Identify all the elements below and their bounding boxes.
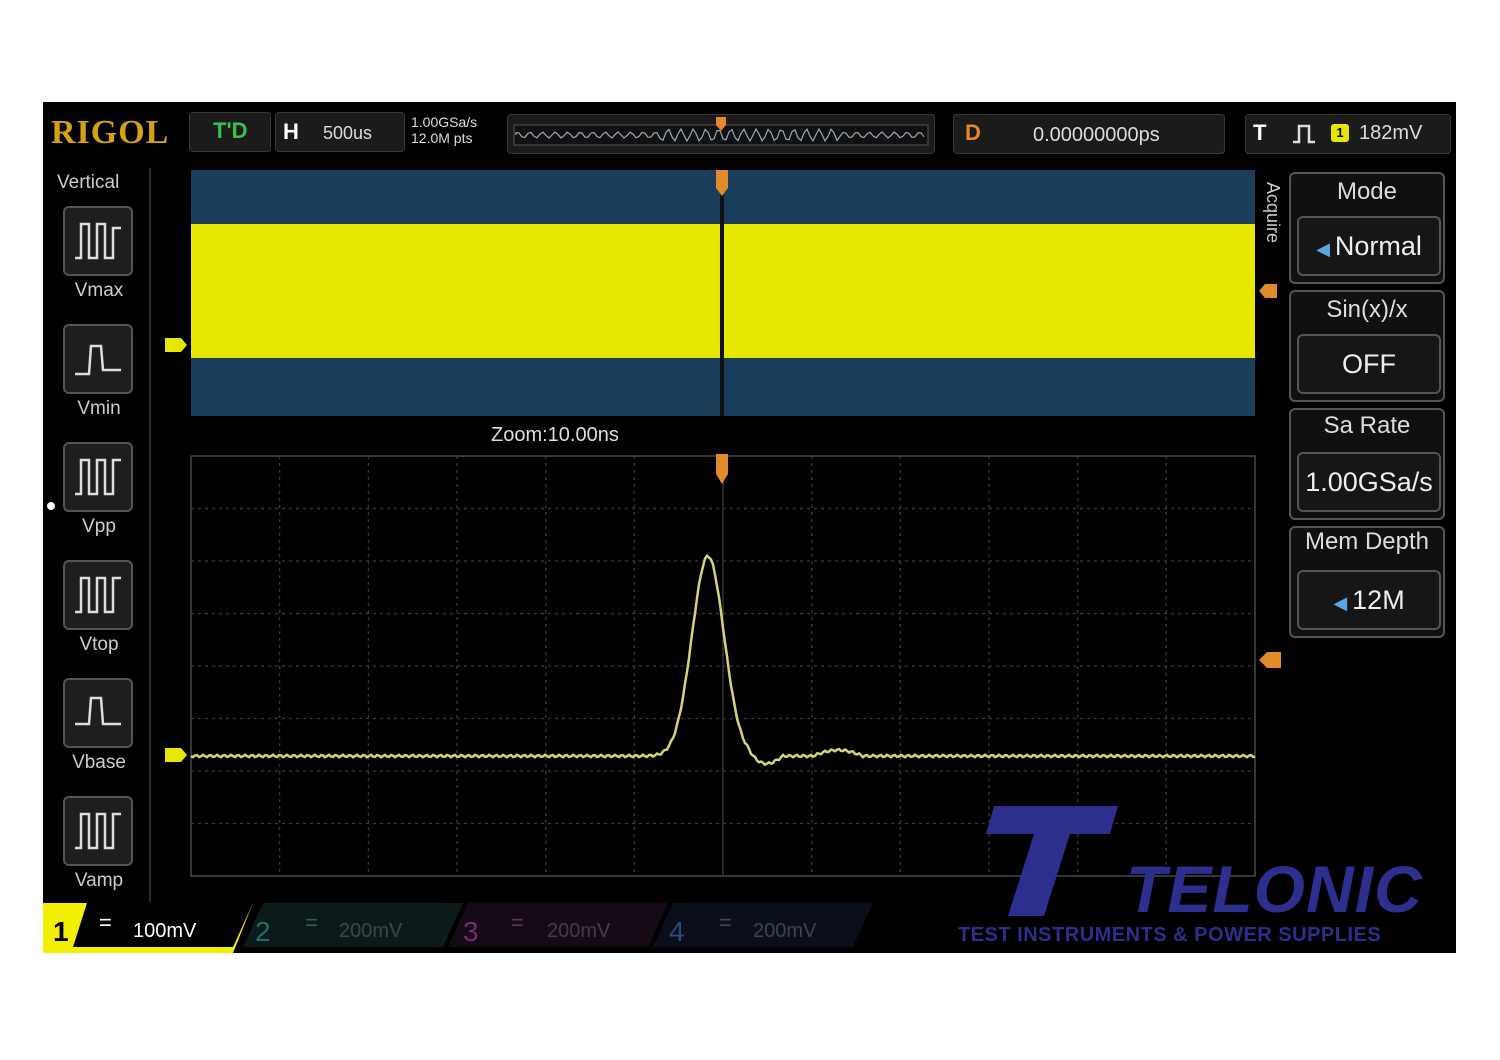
acquire-menu-title: Acquire bbox=[1263, 182, 1283, 244]
telonic-tagline: TEST INSTRUMENTS & POWER SUPPLIES bbox=[958, 924, 1382, 946]
ch4-coupling: = bbox=[719, 910, 732, 935]
vmin-label: Vmin bbox=[77, 398, 121, 419]
mem-depth-title: Mem Depth bbox=[1304, 528, 1430, 555]
sa-rate-title: Sa Rate bbox=[1323, 412, 1411, 439]
mode-title: Mode bbox=[1336, 178, 1398, 205]
vbase-label: Vbase bbox=[72, 752, 126, 773]
ch2-coupling: = bbox=[305, 910, 318, 935]
vmax-icon bbox=[75, 222, 121, 260]
vertical-menu-title: Vertical bbox=[57, 172, 120, 193]
sinx-value[interactable]: OFF bbox=[1297, 334, 1441, 394]
vtop-button[interactable] bbox=[63, 560, 133, 630]
ch1-coupling: = bbox=[99, 910, 112, 935]
trigger-label: T bbox=[1253, 120, 1267, 145]
main-waveform-window bbox=[165, 170, 1255, 416]
ch1-offset-marker-icon bbox=[165, 338, 187, 352]
memory-points: 12.0M pts bbox=[411, 130, 473, 146]
rigol-logo: RIGOL bbox=[51, 114, 170, 151]
right-trigger-level-marker bbox=[1259, 284, 1277, 298]
vamp-icon bbox=[75, 812, 121, 850]
delay-value: 0.00000000ps bbox=[1033, 124, 1160, 146]
trigger-level: 182mV bbox=[1359, 122, 1423, 144]
telonic-name: TELONIC bbox=[1126, 852, 1423, 926]
mode-value-button[interactable]: ◀ Normal bbox=[1297, 216, 1441, 276]
vmax-button[interactable] bbox=[63, 206, 133, 276]
sa-rate-value[interactable]: 1.00GSa/s bbox=[1297, 452, 1441, 512]
ch4-scale[interactable]: 200mV bbox=[753, 920, 816, 943]
vpp-label: Vpp bbox=[82, 516, 116, 537]
zoom-ch1-offset-marker-icon bbox=[165, 748, 187, 762]
trigger-source-badge: 1 bbox=[1331, 124, 1349, 142]
vmin-icon bbox=[75, 344, 121, 376]
sample-info: 1.00GSa/s 12.0M pts bbox=[411, 114, 477, 146]
vbase-icon bbox=[75, 696, 121, 726]
page-indicator-dot bbox=[47, 502, 55, 510]
ch1-number[interactable]: 1 bbox=[53, 916, 69, 948]
oscilloscope-screen: RIGOL T'D H 500us 1.00GSa/s 12.0M pts D … bbox=[43, 102, 1456, 953]
run-status: T'D bbox=[213, 118, 248, 143]
memory-overview-strip[interactable] bbox=[507, 114, 935, 154]
vmin-button[interactable] bbox=[63, 324, 133, 394]
ch2-number[interactable]: 2 bbox=[255, 916, 271, 948]
ch2-scale[interactable]: 200mV bbox=[339, 920, 402, 943]
delay-label: D bbox=[965, 120, 981, 145]
ch3-number[interactable]: 3 bbox=[463, 916, 479, 948]
zoom-trigger-marker-icon bbox=[716, 454, 728, 484]
vbase-button[interactable] bbox=[63, 678, 133, 748]
mem-depth-value-button[interactable]: ◀ 12M bbox=[1297, 570, 1441, 630]
ch3-coupling: = bbox=[511, 910, 524, 935]
ch3-scale[interactable]: 200mV bbox=[547, 920, 610, 943]
vtop-icon bbox=[75, 576, 121, 614]
vpp-button[interactable] bbox=[63, 442, 133, 512]
horizontal-label: H bbox=[283, 119, 299, 144]
vtop-label: Vtop bbox=[79, 634, 119, 655]
vmax-label: Vmax bbox=[74, 280, 124, 301]
ch4-number[interactable]: 4 bbox=[669, 916, 685, 948]
horizontal-timebase: 500us bbox=[323, 123, 373, 143]
vamp-button[interactable] bbox=[63, 796, 133, 866]
zoom-trigger-level-marker bbox=[1259, 652, 1281, 668]
vpp-icon bbox=[75, 458, 121, 496]
left-arrow-icon: ◀ bbox=[1316, 239, 1335, 259]
rising-edge-icon bbox=[1293, 124, 1315, 144]
ch1-scale[interactable]: 100mV bbox=[133, 920, 196, 943]
memory-overview-waveform bbox=[513, 117, 929, 146]
sample-rate: 1.00GSa/s bbox=[411, 114, 478, 130]
mem-depth-value: 12M bbox=[1352, 585, 1405, 615]
sinx-title: Sin(x)/x bbox=[1326, 296, 1408, 323]
zoom-label: Zoom:10.00ns bbox=[491, 424, 619, 446]
mode-value: Normal bbox=[1334, 231, 1422, 261]
left-arrow-icon: ◀ bbox=[1333, 593, 1353, 613]
